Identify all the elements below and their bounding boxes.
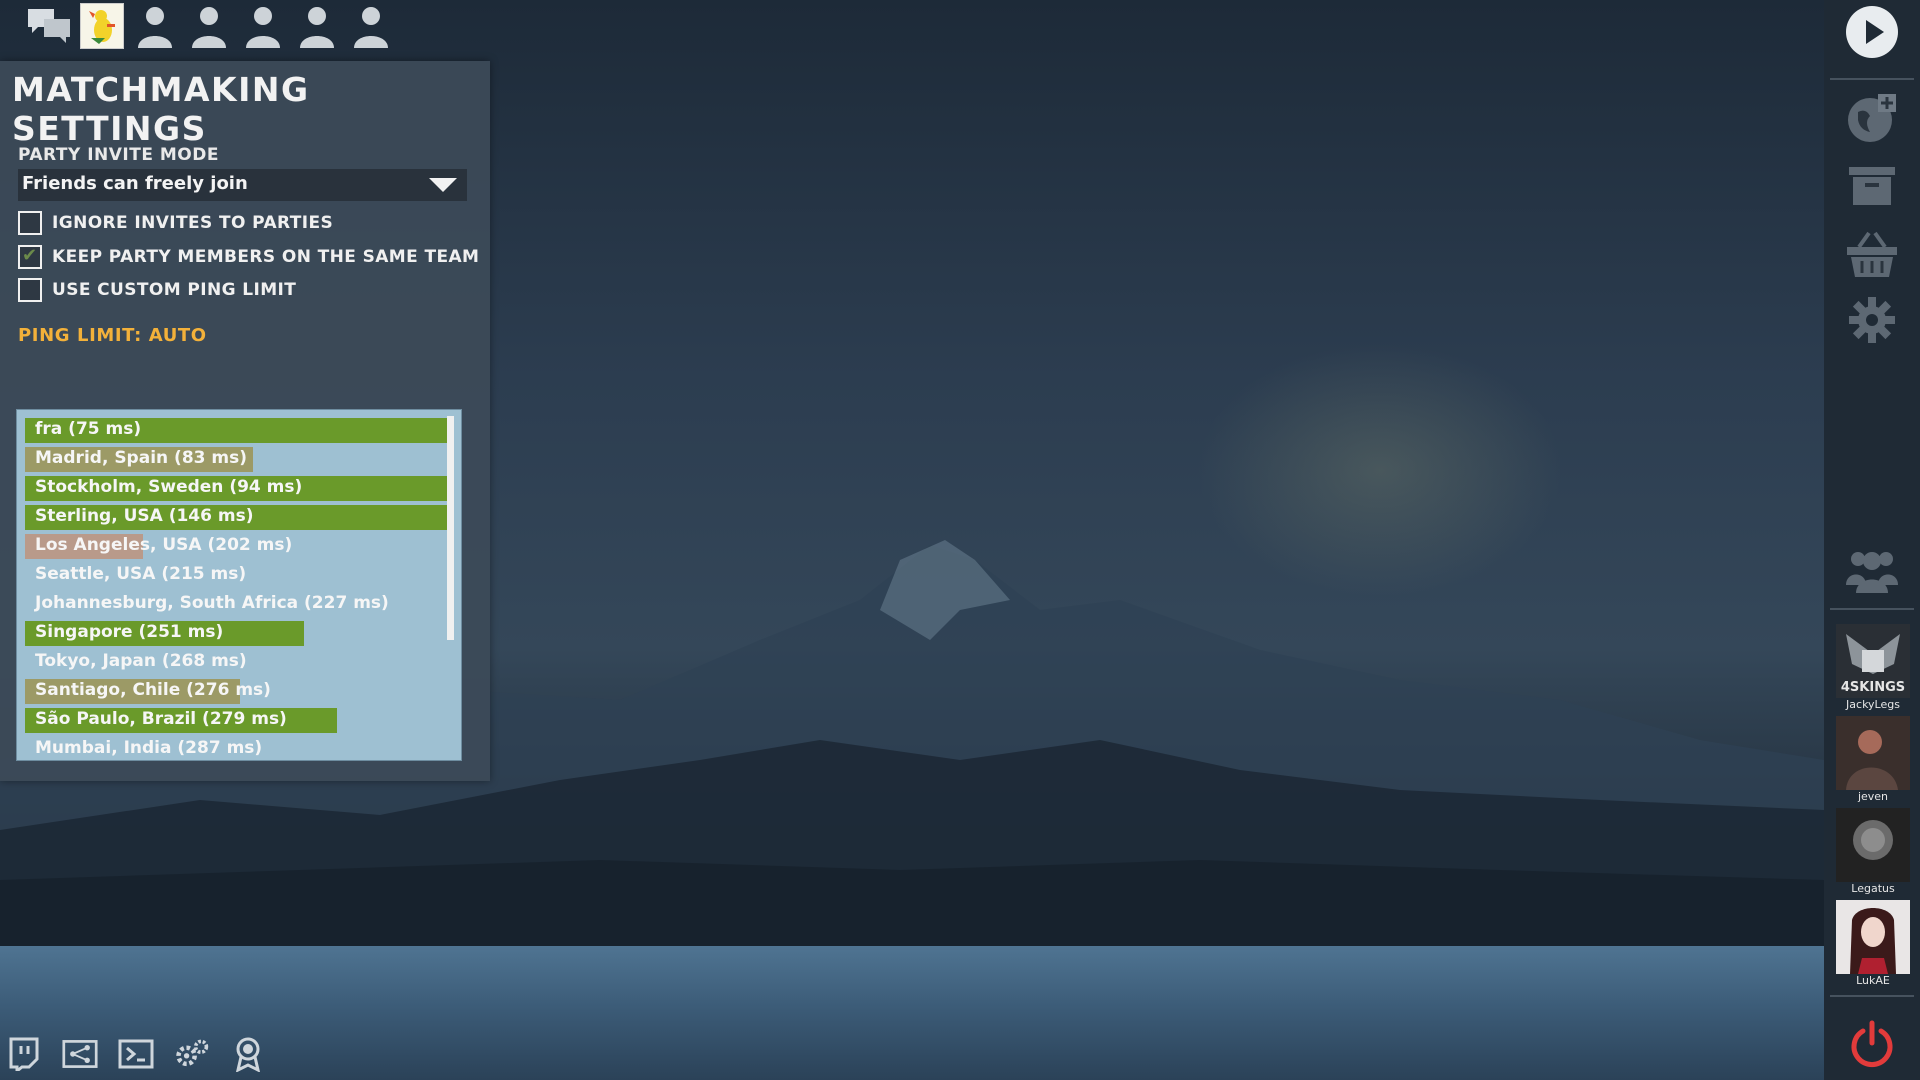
server-row[interactable]: fra (75 ms) bbox=[25, 418, 447, 443]
friend-name: Legatus bbox=[1851, 882, 1895, 895]
server-label: Tokyo, Japan (268 ms) bbox=[35, 651, 247, 671]
sidebar-divider bbox=[1830, 608, 1914, 610]
player-avatar[interactable] bbox=[80, 3, 124, 49]
friends-icon[interactable] bbox=[1844, 542, 1900, 598]
server-row[interactable]: Santiago, Chile (276 ms) bbox=[25, 679, 447, 704]
party-invite-mode-value: Friends can freely join bbox=[22, 173, 248, 194]
server-row[interactable]: Los Angeles, USA (202 ms) bbox=[25, 534, 447, 559]
add-server-icon[interactable] bbox=[1844, 90, 1900, 146]
server-label: Madrid, Spain (83 ms) bbox=[35, 448, 247, 468]
background-lower-band bbox=[0, 946, 1824, 1080]
friend-entry[interactable]: Legatus bbox=[1836, 808, 1910, 896]
friend-avatar bbox=[1836, 808, 1910, 882]
server-label: Los Angeles, USA (202 ms) bbox=[35, 535, 293, 555]
server-row[interactable]: Sterling, USA (146 ms) bbox=[25, 505, 447, 530]
power-icon[interactable] bbox=[1844, 1016, 1900, 1072]
bottom-bar bbox=[6, 1030, 266, 1078]
matchmaking-settings-panel: MATCHMAKING SETTINGS PARTY INVITE MODE F… bbox=[0, 61, 490, 781]
ignore-invites-checkbox-row[interactable]: IGNORE INVITES TO PARTIES bbox=[18, 211, 333, 235]
server-label: fra (75 ms) bbox=[35, 419, 142, 439]
gears-icon[interactable] bbox=[174, 1036, 210, 1072]
friend-entry[interactable]: LukAE bbox=[1836, 900, 1910, 988]
console-icon[interactable] bbox=[118, 1036, 154, 1072]
server-row[interactable]: Seattle, USA (215 ms) bbox=[25, 563, 447, 588]
server-row[interactable]: Johannesburg, South Africa (227 ms) bbox=[25, 592, 447, 617]
party-slot-icon[interactable] bbox=[240, 3, 286, 49]
keep-party-same-team-checkbox-row[interactable]: KEEP PARTY MEMBERS ON THE SAME TEAM bbox=[18, 245, 479, 269]
ignore-invites-checkbox[interactable] bbox=[18, 211, 42, 235]
server-label: Sterling, USA (146 ms) bbox=[35, 506, 254, 526]
friend-entry[interactable]: 4SKINGS JackyLegs bbox=[1836, 624, 1910, 712]
friend-entry[interactable]: jeven bbox=[1836, 716, 1910, 804]
settings-icon[interactable] bbox=[1844, 292, 1900, 348]
keep-party-same-team-label: KEEP PARTY MEMBERS ON THE SAME TEAM bbox=[52, 247, 480, 267]
sidebar-divider bbox=[1830, 995, 1914, 997]
server-label: Mumbai, India (287 ms) bbox=[35, 738, 263, 758]
server-row[interactable]: Madrid, Spain (83 ms) bbox=[25, 447, 447, 472]
party-invite-mode-label: PARTY INVITE MODE bbox=[18, 145, 219, 165]
server-label: Santiago, Chile (276 ms) bbox=[35, 680, 271, 700]
party-slot-icon[interactable] bbox=[186, 3, 232, 49]
friend-name: jeven bbox=[1857, 790, 1889, 803]
award-icon[interactable] bbox=[230, 1036, 266, 1072]
friend-name: JackyLegs bbox=[1846, 698, 1900, 711]
play-icon[interactable] bbox=[1844, 4, 1900, 60]
friend-avatar-text: 4SKINGS bbox=[1840, 680, 1906, 695]
server-row[interactable]: Singapore (251 ms) bbox=[25, 621, 447, 646]
friend-name: LukAE bbox=[1856, 974, 1890, 987]
server-list-scrollbar[interactable] bbox=[447, 416, 454, 640]
server-row[interactable]: Stockholm, Sweden (94 ms) bbox=[25, 476, 447, 501]
server-label: Johannesburg, South Africa (227 ms) bbox=[35, 593, 389, 613]
party-slot-icon[interactable] bbox=[132, 3, 178, 49]
right-sidebar: 4SKINGS JackyLegs jeven Legatus LukAE bbox=[1824, 0, 1920, 1080]
ping-limit-status: PING LIMIT: AUTO bbox=[18, 325, 207, 346]
party-invite-mode-dropdown[interactable]: Friends can freely join bbox=[18, 169, 467, 201]
custom-ping-limit-label: USE CUSTOM PING LIMIT bbox=[52, 280, 297, 300]
server-label: São Paulo, Brazil (279 ms) bbox=[35, 709, 287, 729]
share-icon[interactable] bbox=[62, 1036, 98, 1072]
custom-ping-limit-checkbox-row[interactable]: USE CUSTOM PING LIMIT bbox=[18, 278, 296, 302]
server-label: Seattle, USA (215 ms) bbox=[35, 564, 247, 584]
friend-avatar bbox=[1836, 900, 1910, 974]
party-slot-icon[interactable] bbox=[294, 3, 340, 49]
sidebar-divider bbox=[1830, 78, 1914, 80]
panel-title: MATCHMAKING SETTINGS bbox=[12, 70, 310, 148]
server-list[interactable]: Mumbai, India (287 ms) São Paulo, Brazil … bbox=[16, 409, 462, 761]
party-bar bbox=[26, 0, 394, 52]
chevron-down-icon bbox=[429, 178, 457, 192]
server-label: Singapore (251 ms) bbox=[35, 622, 224, 642]
server-label: Stockholm, Sweden (94 ms) bbox=[35, 477, 303, 497]
custom-ping-limit-checkbox[interactable] bbox=[18, 278, 42, 302]
twitch-icon[interactable] bbox=[6, 1036, 42, 1072]
server-row[interactable]: Mumbai, India (287 ms) bbox=[25, 737, 447, 760]
chat-icon[interactable] bbox=[26, 3, 72, 49]
party-slot-icon[interactable] bbox=[348, 3, 394, 49]
inventory-icon[interactable] bbox=[1844, 158, 1900, 214]
friend-avatar bbox=[1836, 716, 1910, 790]
server-row[interactable]: São Paulo, Brazil (279 ms) bbox=[25, 708, 447, 733]
server-row[interactable]: Tokyo, Japan (268 ms) bbox=[25, 650, 447, 675]
keep-party-same-team-checkbox[interactable] bbox=[18, 245, 42, 269]
store-icon[interactable] bbox=[1844, 226, 1900, 282]
ignore-invites-label: IGNORE INVITES TO PARTIES bbox=[52, 213, 334, 233]
